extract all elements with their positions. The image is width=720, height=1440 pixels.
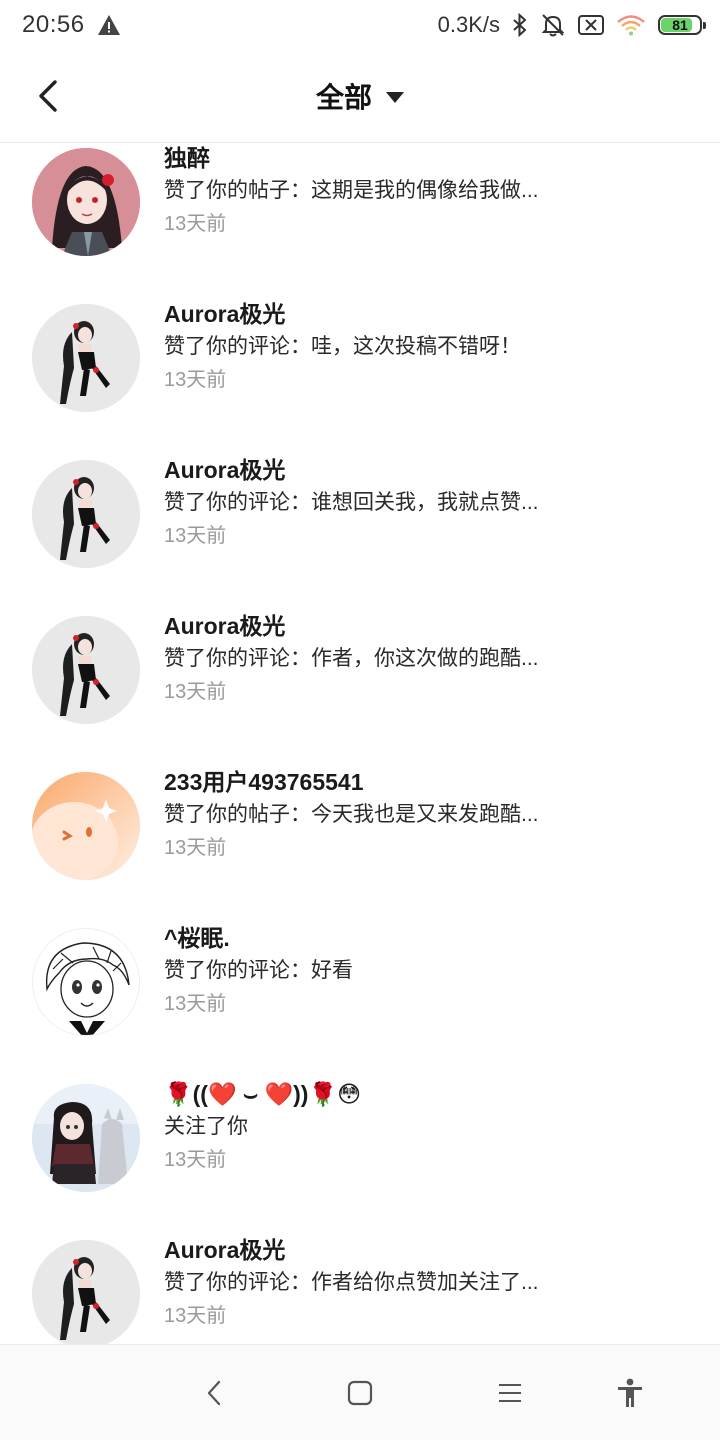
notification-text: 233用户493765541 赞了你的帖子：今天我也是又来发跑酷... 13天前 (164, 766, 684, 864)
avatar[interactable] (32, 616, 140, 724)
user-name[interactable]: Aurora极光 (164, 454, 684, 486)
notification-text: ^桜眠. 赞了你的评论：好看 13天前 (164, 922, 684, 1020)
avatar-aurora (32, 1240, 140, 1344)
top-app-bar: 全部 (0, 50, 720, 143)
avatar[interactable] (32, 928, 140, 1036)
timestamp: 13天前 (164, 837, 227, 859)
notification-message[interactable]: 赞了你的评论：谁想回关我，我就点赞... (164, 486, 684, 520)
notification-list[interactable]: 独醉 赞了你的帖子：这期是我的偶像给我做... 13天前 Aurora极光 赞了… (0, 144, 720, 1344)
bluetooth-icon (513, 13, 527, 37)
system-nav-bar (0, 1344, 720, 1440)
page-title: 全部 (315, 82, 372, 113)
notification-message[interactable]: 赞了你的评论：好看 (164, 954, 684, 988)
notification-message[interactable]: 赞了你的帖子：今天我也是又来发跑酷... (164, 798, 684, 832)
user-name[interactable]: Aurora极光 (164, 298, 684, 330)
avatar-aurora (32, 616, 140, 724)
accessibility-icon (618, 1378, 642, 1407)
notification-message[interactable]: 赞了你的评论：作者，你这次做的跑酷... (164, 642, 684, 676)
notification-text: 🌹((❤️ ⌣ ❤️))🌹😳 关注了你 13天前 (164, 1078, 684, 1176)
user-name[interactable]: 🌹((❤️ ⌣ ❤️))🌹😳 (164, 1078, 684, 1110)
user-name[interactable]: Aurora极光 (164, 1234, 684, 1266)
avatar-girl-with-cat (32, 1084, 140, 1192)
home-square-icon (347, 1380, 373, 1406)
user-name[interactable]: 233用户493765541 (164, 766, 684, 798)
notification-message[interactable]: 赞了你的评论：作者给你点赞加关注了... (164, 1266, 684, 1300)
nav-home-button[interactable] (340, 1373, 380, 1413)
status-time: 20:56 (22, 11, 85, 38)
list-item[interactable]: Aurora极光 赞了你的评论：作者，你这次做的跑酷... 13天前 (0, 613, 720, 772)
timestamp: 13天前 (164, 369, 227, 391)
timestamp: 13天前 (164, 993, 227, 1015)
avatar-aurora (32, 460, 140, 568)
timestamp: 13天前 (164, 213, 227, 235)
list-item[interactable]: 233用户493765541 赞了你的帖子：今天我也是又来发跑酷... 13天前 (0, 769, 720, 928)
avatar[interactable] (32, 148, 140, 256)
notification-message[interactable]: 关注了你 (164, 1110, 684, 1144)
list-item[interactable]: ^桜眠. 赞了你的评论：好看 13天前 (0, 925, 720, 1084)
battery-level: 81 (672, 17, 688, 33)
list-item[interactable]: Aurora极光 赞了你的评论：谁想回关我，我就点赞... 13天前 (0, 457, 720, 616)
user-name[interactable]: 独醉 (164, 144, 684, 174)
list-item[interactable]: 🌹((❤️ ⌣ ❤️))🌹😳 关注了你 13天前 (0, 1081, 720, 1240)
avatar-girl-red-flower (32, 148, 140, 256)
avatar[interactable] (32, 1084, 140, 1192)
avatar-orange-default (32, 772, 140, 880)
avatar[interactable] (32, 1240, 140, 1344)
nav-accessibility-button[interactable] (610, 1373, 650, 1413)
timestamp: 13天前 (164, 1305, 227, 1327)
caret-down-icon (386, 91, 404, 103)
status-bar: 20:56 0.3K/s 81 (0, 0, 720, 50)
status-left: 20:56 (22, 11, 121, 39)
notification-message[interactable]: 赞了你的帖子：这期是我的偶像给我做... (164, 174, 684, 208)
list-item[interactable]: Aurora极光 赞了你的评论：作者给你点赞加关注了... 13天前 (0, 1237, 720, 1344)
list-item[interactable]: 独醉 赞了你的帖子：这期是我的偶像给我做... 13天前 (0, 145, 720, 304)
avatar[interactable] (32, 772, 140, 880)
notification-message[interactable]: 赞了你的评论：哇，这次投稿不错呀！ (164, 330, 684, 364)
menu-lines-icon (499, 1384, 521, 1402)
user-name[interactable]: ^桜眠. (164, 922, 684, 954)
sim-off-icon (578, 15, 604, 35)
filter-dropdown[interactable]: 全部 (0, 76, 720, 116)
status-right: 0.3K/s 81 (437, 12, 706, 38)
back-icon (207, 1380, 221, 1406)
notification-text: Aurora极光 赞了你的评论：作者，你这次做的跑酷... 13天前 (164, 610, 684, 708)
warning-icon (97, 15, 120, 35)
notification-text: Aurora极光 赞了你的评论：作者给你点赞加关注了... 13天前 (164, 1234, 684, 1332)
avatar[interactable] (32, 460, 140, 568)
wifi-icon (617, 15, 645, 36)
avatar[interactable] (32, 304, 140, 412)
timestamp: 13天前 (164, 525, 227, 547)
nav-back-button[interactable] (194, 1373, 234, 1413)
avatar-manga-girl (33, 929, 139, 1035)
user-name[interactable]: Aurora极光 (164, 610, 684, 642)
notification-text: Aurora极光 赞了你的评论：谁想回关我，我就点赞... 13天前 (164, 454, 684, 552)
notification-text: 独醉 赞了你的帖子：这期是我的偶像给我做... 13天前 (164, 144, 684, 240)
timestamp: 13天前 (164, 681, 227, 703)
notification-text: Aurora极光 赞了你的评论：哇，这次投稿不错呀！ 13天前 (164, 298, 684, 396)
mute-bell-icon (541, 14, 565, 37)
list-item[interactable]: Aurora极光 赞了你的评论：哇，这次投稿不错呀！ 13天前 (0, 301, 720, 460)
net-speed: 0.3K/s (437, 12, 500, 37)
timestamp: 13天前 (164, 1149, 227, 1171)
nav-recents-button[interactable] (490, 1373, 530, 1413)
avatar-aurora (32, 304, 140, 412)
battery-icon: 81 (658, 15, 706, 35)
